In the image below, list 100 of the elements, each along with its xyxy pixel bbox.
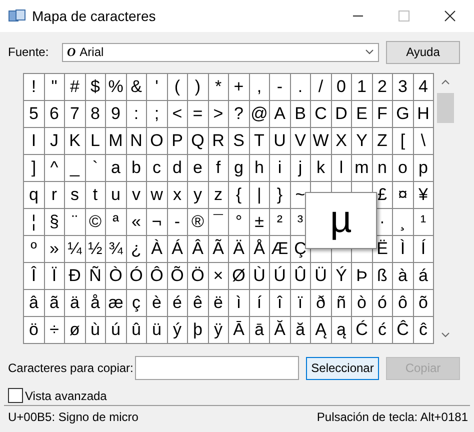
character-cell[interactable]: ²	[270, 209, 290, 236]
character-cell[interactable]: ¯	[208, 209, 229, 236]
character-cell[interactable]: ä	[65, 290, 86, 317]
character-cell[interactable]: û	[126, 317, 147, 344]
select-button[interactable]: Seleccionar	[306, 356, 379, 380]
character-cell[interactable]: ö	[24, 317, 44, 344]
character-cell[interactable]: g	[229, 155, 250, 182]
character-cell[interactable]: j	[290, 155, 311, 182]
checkbox[interactable]	[8, 388, 23, 403]
character-cell[interactable]: è	[147, 290, 168, 317]
character-cell[interactable]: ï	[290, 290, 311, 317]
character-cell[interactable]: $	[86, 74, 106, 101]
character-cell[interactable]: ¸	[393, 209, 414, 236]
character-cell[interactable]: B	[290, 101, 311, 128]
character-cell[interactable]: #	[65, 74, 86, 101]
character-cell[interactable]: r	[44, 182, 65, 209]
character-cell[interactable]: ¤	[393, 182, 414, 209]
character-cell[interactable]: Ù	[250, 263, 270, 290]
character-cell[interactable]: á	[414, 263, 434, 290]
scrollbar-thumb[interactable]	[437, 93, 454, 123]
character-cell[interactable]: í	[250, 290, 270, 317]
character-cell[interactable]: Å	[250, 236, 270, 263]
character-cell[interactable]: T	[250, 128, 270, 155]
character-cell[interactable]: Í	[414, 236, 434, 263]
character-cell[interactable]: =	[188, 101, 208, 128]
character-cell[interactable]: Ú	[270, 263, 290, 290]
character-cell[interactable]: ©	[86, 209, 106, 236]
character-cell[interactable]: -	[270, 74, 290, 101]
character-cell[interactable]: ½	[86, 236, 106, 263]
character-cell[interactable]: D	[332, 101, 352, 128]
character-cell[interactable]: S	[229, 128, 250, 155]
character-cell[interactable]: °	[229, 209, 250, 236]
character-cell[interactable]: ó	[372, 290, 393, 317]
character-cell[interactable]: C	[311, 101, 332, 128]
character-cell[interactable]: o	[393, 155, 414, 182]
character-cell[interactable]: ¨	[65, 209, 86, 236]
character-cell[interactable]: Þ	[352, 263, 372, 290]
character-cell[interactable]: Ā	[229, 317, 250, 344]
scroll-down-icon[interactable]	[441, 332, 450, 338]
character-cell[interactable]: \	[414, 128, 434, 155]
character-cell[interactable]: ^	[44, 155, 65, 182]
character-cell[interactable]: %	[106, 74, 126, 101]
character-cell[interactable]: ¹	[414, 209, 434, 236]
help-button[interactable]: Ayuda	[386, 40, 460, 64]
character-cell[interactable]: Ý	[332, 263, 352, 290]
character-cell[interactable]: R	[208, 128, 229, 155]
character-cell[interactable]: }	[270, 182, 290, 209]
character-cell[interactable]: 2	[372, 74, 393, 101]
character-cell[interactable]: E	[352, 101, 372, 128]
character-cell[interactable]: K	[65, 128, 86, 155]
character-cell[interactable]: ;	[147, 101, 168, 128]
character-cell[interactable]: |	[250, 182, 270, 209]
character-cell[interactable]: ®	[188, 209, 208, 236]
character-cell[interactable]: b	[126, 155, 147, 182]
character-cell[interactable]: Ñ	[86, 263, 106, 290]
character-cell[interactable]: ü	[147, 317, 168, 344]
font-dropdown[interactable]: O Arial	[62, 42, 379, 62]
character-cell[interactable]: v	[126, 182, 147, 209]
character-cell[interactable]: à	[393, 263, 414, 290]
character-cell[interactable]: ¼	[65, 236, 86, 263]
character-cell[interactable]: ā	[250, 317, 270, 344]
character-cell[interactable]: '	[147, 74, 168, 101]
character-cell[interactable]: ã	[44, 290, 65, 317]
character-cell[interactable]: 4	[414, 74, 434, 101]
character-cell[interactable]: ß	[372, 263, 393, 290]
character-cell[interactable]: @	[250, 101, 270, 128]
character-cell[interactable]: Ć	[352, 317, 372, 344]
input-field[interactable]	[135, 356, 299, 380]
character-cell[interactable]: ¥	[414, 182, 434, 209]
character-cell[interactable]: G	[393, 101, 414, 128]
character-cell[interactable]: p	[414, 155, 434, 182]
character-cell[interactable]: õ	[414, 290, 434, 317]
character-cell[interactable]: ±	[250, 209, 270, 236]
character-cell[interactable]: `	[86, 155, 106, 182]
character-cell[interactable]: J	[44, 128, 65, 155]
character-cell[interactable]: a	[106, 155, 126, 182]
character-cell[interactable]: "	[44, 74, 65, 101]
character-cell[interactable]: l	[332, 155, 352, 182]
character-cell[interactable]: æ	[106, 290, 126, 317]
character-cell[interactable]: P	[168, 128, 188, 155]
character-cell[interactable]: Û	[290, 263, 311, 290]
character-cell[interactable]: ?	[229, 101, 250, 128]
character-cell[interactable]: ç	[126, 290, 147, 317]
character-cell[interactable]: 9	[106, 101, 126, 128]
character-cell[interactable]: Ö	[188, 263, 208, 290]
character-cell[interactable]: O	[147, 128, 168, 155]
character-cell[interactable]: ò	[352, 290, 372, 317]
character-cell[interactable]: )	[188, 74, 208, 101]
character-cell[interactable]: +	[229, 74, 250, 101]
character-cell[interactable]: ª	[106, 209, 126, 236]
character-cell[interactable]: ć	[372, 317, 393, 344]
character-cell[interactable]: >	[208, 101, 229, 128]
character-cell[interactable]: :	[126, 101, 147, 128]
character-cell[interactable]: A	[270, 101, 290, 128]
character-cell[interactable]: X	[332, 128, 352, 155]
character-cell[interactable]: Ü	[311, 263, 332, 290]
character-cell[interactable]: -	[168, 209, 188, 236]
character-cell[interactable]: ê	[188, 290, 208, 317]
character-cell[interactable]: Ô	[147, 263, 168, 290]
character-cell[interactable]: ù	[86, 317, 106, 344]
